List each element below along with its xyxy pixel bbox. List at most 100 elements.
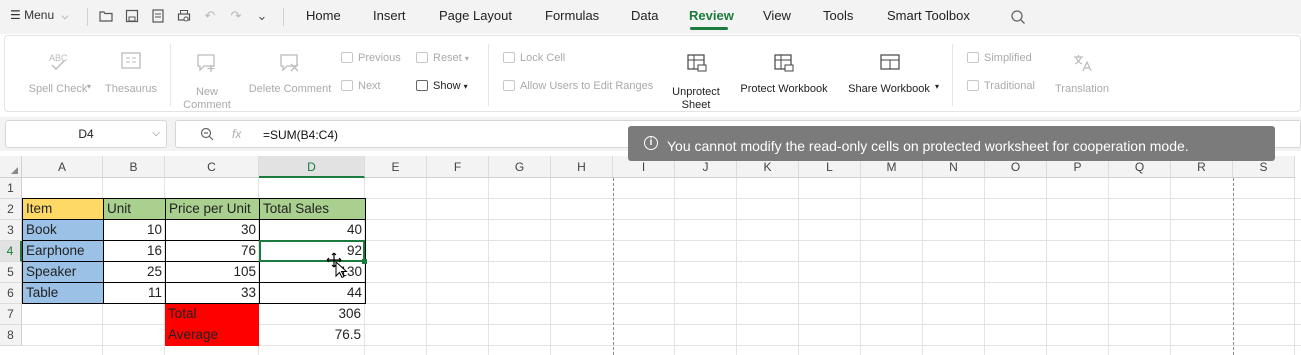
cell-c3[interactable]: 30	[165, 219, 260, 241]
show-comments-button[interactable]: Show ▾	[416, 80, 468, 92]
row-header-1[interactable]: 1	[0, 178, 22, 199]
divider	[488, 44, 489, 106]
cell-a3[interactable]: Book	[22, 219, 104, 241]
select-all-corner[interactable]	[0, 156, 22, 178]
column-header-a[interactable]: A	[22, 156, 103, 178]
cell-a6[interactable]: Table	[22, 282, 104, 304]
cell-a5[interactable]: Speaker	[22, 261, 104, 283]
cell-b2[interactable]: Unit	[103, 198, 166, 220]
cell-d8-average-value[interactable]: 76.5	[259, 325, 365, 346]
tab-formulas[interactable]: Formulas	[545, 8, 599, 23]
main-menu-button[interactable]: ☰ Menu ⌵	[10, 8, 68, 22]
cell-b3[interactable]: 10	[103, 219, 166, 241]
cell-c8-average-label[interactable]: Average	[165, 325, 260, 346]
hamburger-icon: ☰	[10, 8, 21, 22]
tab-home[interactable]: Home	[306, 8, 341, 23]
chevron-down-icon[interactable]: ⌵	[152, 121, 160, 147]
reset-icon	[416, 52, 428, 63]
fx-icon[interactable]: fx	[232, 127, 241, 141]
column-header-b[interactable]: B	[103, 156, 165, 178]
traditional-chinese-button[interactable]: Traditional	[967, 80, 1035, 92]
row-header-4[interactable]: 4	[0, 241, 22, 262]
divider	[87, 8, 88, 26]
next-comment-button[interactable]: Next	[341, 80, 381, 92]
column-header-d[interactable]: D	[259, 156, 365, 178]
menu-bar: ☰ Menu ⌵ ↶ ↷ ⌄ Home Insert Page Layout F…	[0, 0, 1301, 34]
spreadsheet-grid[interactable]: A B C D E F G H I J K L M N O P Q R S 1 …	[0, 156, 1301, 355]
cell-a4[interactable]: Earphone	[22, 240, 104, 262]
spell-check-button[interactable]: ABC Spell Check ▾	[23, 50, 93, 110]
open-folder-icon[interactable]	[98, 8, 114, 24]
column-header-f[interactable]: F	[427, 156, 489, 178]
row-header-8[interactable]: 8	[0, 325, 22, 346]
zoom-icon[interactable]	[200, 127, 214, 144]
info-icon: i	[644, 136, 658, 150]
cell-c4[interactable]: 76	[165, 240, 260, 262]
cell-b6[interactable]: 11	[103, 282, 166, 304]
lock-cell-label: Lock Cell	[520, 52, 566, 64]
cell-b5[interactable]: 25	[103, 261, 166, 283]
save-icon[interactable]	[124, 8, 140, 24]
cell-c7-total-label[interactable]: Total	[165, 304, 260, 325]
tab-review[interactable]: Review	[689, 8, 734, 23]
protect-workbook-button[interactable]: Protect Workbook	[735, 50, 833, 110]
lock-cell-button[interactable]: Lock Cell	[503, 52, 565, 64]
redo-icon[interactable]: ↷	[228, 8, 244, 24]
tab-insert[interactable]: Insert	[373, 8, 406, 23]
name-box[interactable]: D4 ⌵	[5, 120, 167, 148]
show-comments-icon	[416, 80, 428, 91]
divider	[170, 44, 171, 106]
share-workbook-button[interactable]: Share Workbook ▾	[841, 50, 941, 110]
delete-comment-button[interactable]: Delete Comment	[241, 50, 339, 110]
previous-comment-button[interactable]: Previous	[341, 52, 401, 64]
row-header-2[interactable]: 2	[0, 199, 22, 220]
column-header-e[interactable]: E	[365, 156, 427, 178]
column-header-c[interactable]: C	[165, 156, 259, 178]
cell-d6[interactable]: 44	[259, 282, 366, 304]
tab-data[interactable]: Data	[631, 8, 658, 23]
print-preview-icon[interactable]	[176, 8, 192, 24]
cell-b4[interactable]: 16	[103, 240, 166, 262]
delete-comment-label: Delete Comment	[248, 83, 332, 95]
customize-toolbar-icon[interactable]: ⌄	[254, 8, 270, 24]
previous-label: Previous	[358, 52, 401, 64]
row-header-6[interactable]: 6	[0, 283, 22, 304]
tab-tools[interactable]: Tools	[823, 8, 853, 23]
chevron-down-icon: ⌵	[61, 11, 69, 21]
cell-d2[interactable]: Total Sales	[259, 198, 366, 220]
allow-users-edit-ranges-button[interactable]: Allow Users to Edit Ranges	[503, 80, 653, 92]
cell-c6[interactable]: 33	[165, 282, 260, 304]
thesaurus-label: Thesaurus	[105, 83, 157, 95]
allow-users-label: Allow Users to Edit Ranges	[520, 80, 654, 92]
undo-icon[interactable]: ↶	[202, 8, 218, 24]
tab-smart-toolbox[interactable]: Smart Toolbox	[887, 8, 970, 23]
export-pdf-icon[interactable]	[150, 8, 166, 24]
column-header-h[interactable]: H	[551, 156, 613, 178]
cell-d3[interactable]: 40	[259, 219, 366, 241]
tab-page-layout[interactable]: Page Layout	[439, 8, 512, 23]
unprotect-sheet-icon	[687, 54, 707, 72]
cell-c5[interactable]: 105	[165, 261, 260, 283]
cell-d7-total-value[interactable]: 306	[259, 304, 365, 325]
new-comment-label-2: Comment	[183, 99, 231, 111]
new-comment-button[interactable]: New Comment	[181, 50, 233, 112]
cell-c2[interactable]: Price per Unit	[165, 198, 260, 220]
row-header-7[interactable]: 7	[0, 304, 22, 325]
thesaurus-button[interactable]: Thesaurus	[101, 50, 161, 110]
column-header-g[interactable]: G	[489, 156, 551, 178]
spell-check-label: Spell Check	[28, 83, 88, 95]
cell-a2[interactable]: Item	[22, 198, 104, 220]
formula-text[interactable]: =SUM(B4:C4)	[263, 128, 338, 142]
simplified-icon	[967, 52, 979, 63]
fill-handle[interactable]	[362, 259, 367, 264]
simplified-chinese-button[interactable]: Simplified	[967, 52, 1032, 64]
new-comment-label-1: New	[195, 86, 218, 98]
unprotect-sheet-button[interactable]: Unprotect Sheet	[665, 50, 727, 112]
translation-button[interactable]: Translation	[1051, 50, 1113, 110]
tab-view[interactable]: View	[763, 8, 791, 23]
row-header-3[interactable]: 3	[0, 220, 22, 241]
row-header-5[interactable]: 5	[0, 262, 22, 283]
search-icon[interactable]	[1010, 9, 1026, 25]
reset-button[interactable]: Reset ▾	[416, 52, 469, 64]
show-label: Show	[433, 80, 461, 92]
